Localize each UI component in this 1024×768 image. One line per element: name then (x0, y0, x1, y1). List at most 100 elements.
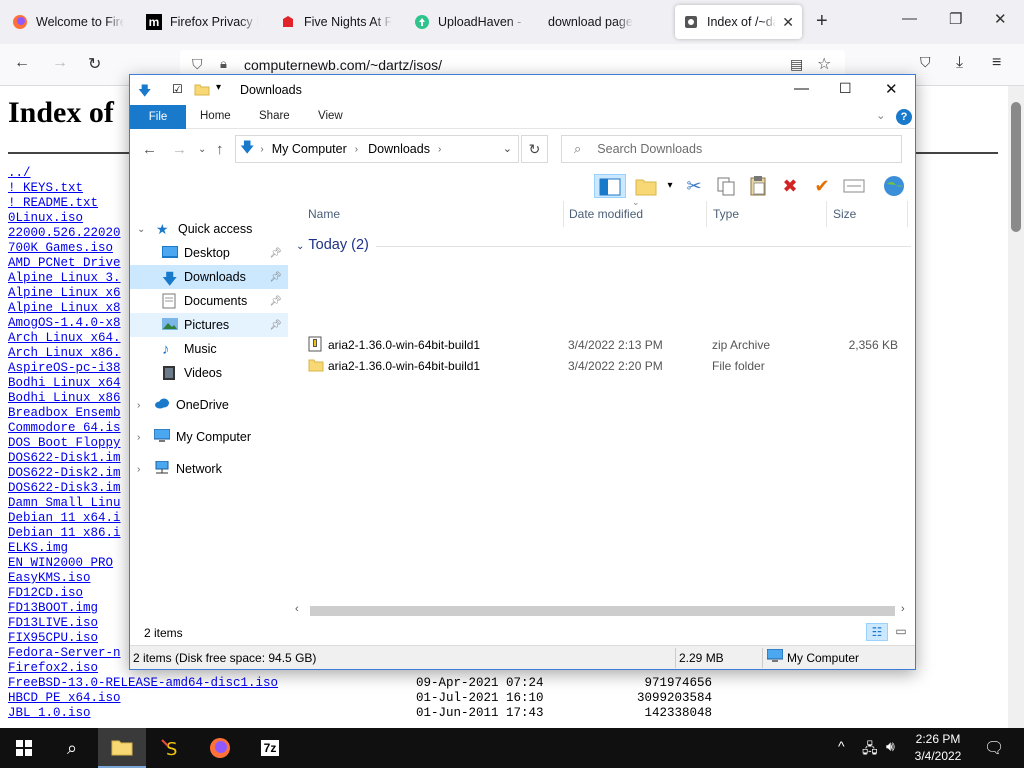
pin-icon[interactable]: 📌︎ (269, 296, 282, 307)
7zip-taskbar-icon[interactable]: 7z (246, 728, 294, 768)
tab-welcome[interactable]: Welcome to Fire (4, 5, 132, 39)
refresh-button[interactable]: ↻ (521, 135, 548, 163)
new-folder-icon[interactable] (194, 82, 210, 99)
nav-music[interactable]: ♪ Music (130, 337, 288, 361)
recent-locations-icon[interactable]: ⌄ (198, 144, 206, 155)
horizontal-scrollbar[interactable]: ‹ › (292, 603, 915, 619)
search-box[interactable]: ⌕ Search Downloads (561, 135, 902, 163)
breadcrumb-my-computer[interactable]: My Computer (272, 142, 347, 156)
close-icon[interactable]: ✕ (885, 80, 898, 98)
list-item[interactable]: aria2-1.36.0-win-64bit-build1 3/4/2022 2… (306, 335, 906, 356)
expand-ribbon-icon[interactable]: ⌄ (876, 108, 886, 122)
large-icons-view-icon[interactable]: ▭ (892, 623, 910, 641)
scrollbar-thumb[interactable] (310, 606, 895, 616)
column-divider[interactable] (907, 201, 908, 227)
tab-privacy[interactable]: m Firefox Privacy N (138, 5, 266, 39)
copy-icon[interactable] (714, 174, 738, 198)
back-icon[interactable]: ← (142, 141, 157, 158)
tab-index-of[interactable]: Index of /~dar ✕ (675, 5, 802, 39)
scroll-left-icon[interactable]: ‹ (295, 603, 299, 615)
column-divider[interactable] (826, 201, 827, 227)
scroll-right-icon[interactable]: › (901, 603, 905, 615)
file-link[interactable]: HBCD PE x64.iso (8, 691, 278, 706)
address-bar[interactable]: 🡇 › My Computer › Downloads › ⌄ (235, 135, 519, 163)
nav-my-computer[interactable]: › My Computer (130, 425, 288, 449)
restore-icon[interactable]: ❐ (949, 10, 962, 28)
preview-pane-icon[interactable] (594, 174, 626, 198)
address-dropdown-icon[interactable]: ⌄ (503, 142, 512, 155)
nav-desktop[interactable]: Desktop 📌︎ (130, 241, 288, 265)
column-size[interactable]: Size (833, 207, 856, 221)
nav-pictures[interactable]: Pictures 📌︎ (130, 313, 288, 337)
globe-icon[interactable] (882, 174, 906, 198)
forward-icon[interactable]: → (52, 54, 68, 72)
chevron-right-icon[interactable]: › (438, 144, 441, 155)
reload-icon[interactable]: ↻ (88, 54, 101, 74)
bookmark-star-icon[interactable]: ☆ (817, 54, 831, 74)
rename-check-icon[interactable]: ✔ (810, 174, 834, 198)
reader-view-icon[interactable]: ▤ (790, 56, 803, 73)
close-window-icon[interactable]: ✕ (994, 10, 1007, 28)
tab-share[interactable]: Share (259, 110, 290, 122)
close-icon[interactable]: ✕ (782, 14, 794, 31)
tab-view[interactable]: View (318, 110, 343, 122)
tray-overflow-icon[interactable]: ^ (838, 738, 845, 754)
column-name[interactable]: Name (308, 207, 340, 221)
column-divider[interactable] (706, 201, 707, 227)
lock-icon[interactable]: 🔒︎ (220, 56, 227, 72)
downloads-icon[interactable]: ⤓ (956, 54, 963, 72)
volume-icon[interactable]: 🔊︎ (886, 738, 895, 755)
nav-onedrive[interactable]: › OneDrive (130, 393, 288, 417)
pin-icon[interactable]: 📌︎ (269, 272, 282, 283)
chevron-right-icon[interactable]: › (355, 144, 358, 155)
pocket-icon[interactable]: ⛉ (920, 54, 931, 71)
file-link[interactable]: JBL 1.0.iso (8, 706, 278, 721)
group-header[interactable]: ⌄ Today (2) (296, 237, 369, 253)
page-scrollbar[interactable] (1008, 86, 1024, 728)
breadcrumb-downloads[interactable]: Downloads (368, 142, 430, 156)
help-icon[interactable]: ? (896, 109, 912, 125)
clock[interactable]: 2:26 PM 3/4/2022 (906, 731, 970, 765)
tab-home[interactable]: Home (200, 110, 231, 122)
tab-file[interactable]: File (130, 105, 186, 129)
tab-uploadhaven[interactable]: UploadHaven - F (406, 5, 534, 39)
nav-network[interactable]: › Network (130, 457, 288, 481)
network-tray-icon[interactable]: 🖧 (862, 738, 878, 762)
search-icon[interactable]: ⌕ (48, 728, 96, 768)
chevron-right-icon[interactable]: › (137, 464, 140, 475)
maximize-icon[interactable]: ☐ (839, 80, 852, 97)
shield-icon[interactable]: ⛉ (192, 56, 203, 73)
back-icon[interactable]: ← (14, 54, 30, 72)
start-button[interactable] (0, 728, 48, 768)
chevron-right-icon[interactable]: › (260, 144, 263, 155)
pin-icon[interactable]: 📌︎ (269, 248, 282, 259)
nav-downloads[interactable]: 🡇 Downloads 📌︎ (130, 265, 288, 289)
file-link[interactable]: FreeBSD-13.0-RELEASE-amd64-disc1.iso (8, 676, 278, 691)
file-explorer-taskbar-icon[interactable] (98, 728, 146, 768)
paste-icon[interactable] (746, 174, 770, 198)
pin-icon[interactable]: 📌︎ (269, 320, 282, 331)
qat-dropdown-icon[interactable]: ▾ (216, 82, 221, 93)
minimize-icon[interactable]: — (794, 80, 809, 97)
nav-videos[interactable]: Videos (130, 361, 288, 385)
notifications-icon[interactable]: 🗨 (984, 738, 1004, 758)
delete-icon[interactable]: ✖ (778, 174, 802, 198)
chevron-down-icon[interactable]: ⌄ (137, 224, 145, 235)
minimize-icon[interactable]: — (902, 10, 917, 27)
chevron-down-icon[interactable]: ⌄ (296, 241, 304, 252)
new-tab-button[interactable]: + (816, 10, 828, 33)
nav-quick-access[interactable]: ⌄ ★ Quick access (130, 217, 288, 241)
dropdown-icon[interactable]: ▾ (658, 174, 682, 198)
menu-icon[interactable]: ≡ (992, 54, 1001, 72)
scrollbar-thumb[interactable] (1011, 102, 1021, 232)
chevron-right-icon[interactable]: › (137, 400, 140, 411)
properties-icon[interactable] (842, 174, 866, 198)
nav-documents[interactable]: Documents 📌︎ (130, 289, 288, 313)
tab-fnaf[interactable]: Five Nights At Fr (272, 5, 400, 39)
column-type[interactable]: Type (713, 207, 739, 221)
chevron-right-icon[interactable]: › (137, 432, 140, 443)
column-divider[interactable] (563, 201, 564, 227)
tab-download-page[interactable]: download page (540, 5, 668, 39)
column-date-modified[interactable]: Date modified (569, 207, 643, 221)
up-icon[interactable]: ↑ (216, 141, 224, 158)
